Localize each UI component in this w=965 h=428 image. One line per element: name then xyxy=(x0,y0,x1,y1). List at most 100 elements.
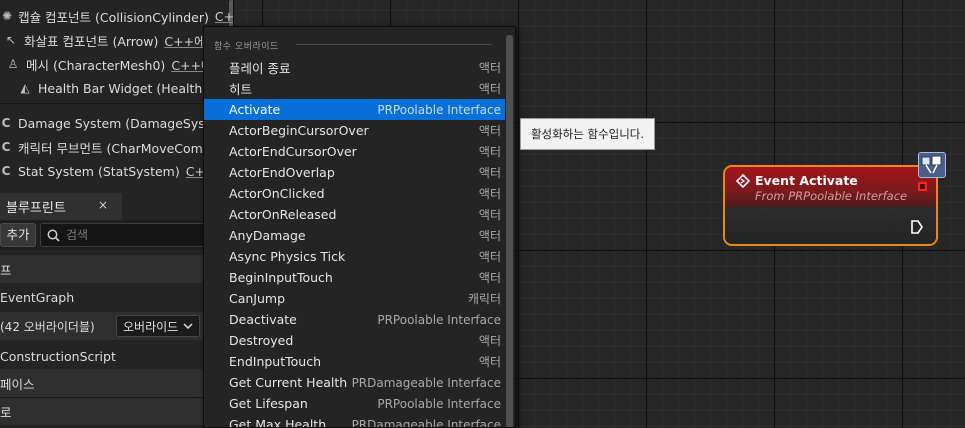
interface-badge-icon xyxy=(918,152,946,178)
menu-item-category: 액터 xyxy=(478,250,501,264)
close-icon[interactable]: × xyxy=(98,198,108,212)
menu-item-label: CanJump xyxy=(229,291,286,306)
menu-item-category: PRPoolable Interface xyxy=(377,102,501,117)
node-subtitle: From PRPoolable Interface xyxy=(755,189,908,203)
menu-item-category: 액터 xyxy=(478,187,501,201)
menu-item[interactable]: ActorOnReleased 액터 xyxy=(204,204,505,225)
menu-item[interactable]: EndInputTouch 액터 xyxy=(204,351,505,372)
menu-item[interactable]: Get Max Health PRDamageable Interface xyxy=(204,414,505,428)
menu-item-label: BeginInputTouch xyxy=(229,270,333,285)
override-function-menu: 함수 오버라이드 플레이 종료 액터 히트 액터 Activate PRPoolable … xyxy=(203,26,516,428)
tab-blueprint-label: 블루프린트 xyxy=(6,201,66,216)
menu-item-label: ActorBeginCursorOver xyxy=(229,123,369,138)
menu-item[interactable]: Async Physics Tick 액터 xyxy=(204,246,505,267)
menu-scrollbar[interactable] xyxy=(506,35,513,427)
menu-header: 함수 오버라이드 xyxy=(214,42,279,52)
menu-item-category: 액터 xyxy=(478,208,501,222)
divider xyxy=(0,103,233,104)
construction-script-item[interactable]: ConstructionScript xyxy=(0,342,233,370)
menu-item[interactable]: Deactivate PRPoolable Interface xyxy=(204,309,505,330)
event-activate-node[interactable]: Event Activate From PRPoolable Interface xyxy=(723,165,938,246)
override-dropdown[interactable]: 오버라이드 xyxy=(116,315,200,337)
add-button[interactable]: 추가 xyxy=(0,223,36,247)
menu-item[interactable]: 플레이 종료 액터 xyxy=(204,57,505,78)
menu-item-label: Activate xyxy=(229,102,281,117)
component-icon: C xyxy=(1,164,11,178)
menu-item[interactable]: Destroyed 액터 xyxy=(204,330,505,351)
menu-item[interactable]: ActorEndCursorOver 액터 xyxy=(204,141,505,162)
section-macros[interactable]: 로 xyxy=(0,397,233,425)
arrow-icon: ↖ xyxy=(5,33,17,47)
search-input[interactable] xyxy=(66,228,216,242)
skeletal-mesh-icon: ♙ xyxy=(7,57,19,71)
component-item-damage-system[interactable]: C Damage System (DamageSyste xyxy=(0,111,233,135)
menu-item-category: 액터 xyxy=(478,145,501,159)
menu-item[interactable]: CanJump 캐릭터 xyxy=(204,288,505,309)
menu-item-label: ActorEndCursorOver xyxy=(229,144,357,159)
menu-item-category: 액터 xyxy=(478,61,501,75)
blueprint-toolbar: 추가 xyxy=(0,220,233,250)
menu-item-category: PRPoolable Interface xyxy=(377,312,501,327)
menu-header-divider xyxy=(296,44,492,45)
menu-item-label: 플레이 종료 xyxy=(229,61,291,76)
menu-item-category: PRDamageable Interface xyxy=(351,417,501,428)
cpp-link[interactable]: C++ xyxy=(215,9,233,24)
menu-item[interactable]: Get Current Health PRDamageable Interface xyxy=(204,372,505,393)
menu-item-category: 액터 xyxy=(478,82,501,96)
menu-item[interactable]: 히트 액터 xyxy=(204,78,505,99)
component-item-collision-cylinder[interactable]: ✺ 캡슐 컴포넌트 (CollisionCylinder) C++ xyxy=(2,4,233,28)
menu-item-label: ActorEndOverlap xyxy=(229,165,335,180)
section-graphs[interactable]: 프 xyxy=(0,255,233,283)
section-interfaces[interactable]: 페이스 xyxy=(0,369,233,397)
menu-item-category: 캐릭터 xyxy=(467,292,501,306)
component-icon: C xyxy=(1,116,11,130)
menu-item-category: 액터 xyxy=(478,124,501,138)
menu-item-label: Deactivate xyxy=(229,312,297,327)
menu-item-label: EndInputTouch xyxy=(229,354,321,369)
menu-item[interactable]: ActorOnClicked 액터 xyxy=(204,183,505,204)
menu-item-label: Async Physics Tick xyxy=(229,249,346,264)
menu-item-category: 액터 xyxy=(478,271,501,285)
menu-item-label: ActorOnClicked xyxy=(229,186,325,201)
event-diamond-icon xyxy=(736,174,750,188)
component-item-char-move[interactable]: C 캐릭터 무브먼트 (CharMoveComp xyxy=(0,135,233,159)
menu-item-label: Get Lifespan xyxy=(229,396,308,411)
cpp-link[interactable]: C++에 xyxy=(164,31,205,50)
menu-item-category: 액터 xyxy=(478,229,501,243)
component-icon: C xyxy=(1,140,11,154)
component-item-stat-system[interactable]: C Stat System (StatSystem) C++0 xyxy=(0,159,233,183)
menu-item[interactable]: Activate PRPoolable Interface xyxy=(204,99,505,120)
menu-item-category: 액터 xyxy=(478,166,501,180)
chevron-down-icon xyxy=(183,323,193,330)
menu-item-category: 액터 xyxy=(478,334,501,348)
component-item-arrow[interactable]: ↖ 화살표 컴포넌트 (Arrow) C++에 xyxy=(4,28,233,52)
delegate-pin[interactable] xyxy=(918,182,927,191)
event-graph-item[interactable]: EventGraph xyxy=(0,283,233,311)
menu-item[interactable]: BeginInputTouch 액터 xyxy=(204,267,505,288)
menu-item[interactable]: Get Lifespan PRPoolable Interface xyxy=(204,393,505,414)
menu-item-label: Get Current Health xyxy=(229,375,348,390)
menu-item-label: ActorOnReleased xyxy=(229,207,337,222)
node-title: Event Activate xyxy=(755,173,858,188)
component-item-character-mesh[interactable]: ♙ 메시 (CharacterMesh0) C++에 xyxy=(6,52,233,76)
search-icon xyxy=(47,229,60,242)
component-item-health-bar-widget[interactable]: ◭ Health Bar Widget (HealthBar xyxy=(18,76,233,100)
menu-item[interactable]: AnyDamage 액터 xyxy=(204,225,505,246)
menu-item-label: Destroyed xyxy=(229,333,294,348)
menu-item[interactable]: ActorEndOverlap 액터 xyxy=(204,162,505,183)
menu-item-label: 히트 xyxy=(229,82,253,97)
widget-icon: ◭ xyxy=(20,81,30,95)
left-panel: ✺ 캡슐 컴포넌트 (CollisionCylinder) C++ ↖ 화살표 … xyxy=(0,0,234,428)
menu-item-label: Get Max Health xyxy=(229,417,327,428)
scrollbar-thumb[interactable] xyxy=(506,35,513,427)
menu-item-category: PRDamageable Interface xyxy=(351,375,501,390)
menu-item-label: AnyDamage xyxy=(229,228,306,243)
tab-blueprint[interactable]: 블루프린트 × xyxy=(0,193,122,220)
menu-item[interactable]: ActorBeginCursorOver 액터 xyxy=(204,120,505,141)
exec-output-pin[interactable] xyxy=(910,220,924,234)
menu-item-category: 액터 xyxy=(478,355,501,369)
node-body xyxy=(725,207,936,244)
node-header: Event Activate From PRPoolable Interface xyxy=(725,167,936,207)
tooltip: 활성화하는 함수입니다. xyxy=(520,118,655,150)
menu-item-category: PRPoolable Interface xyxy=(377,396,501,411)
